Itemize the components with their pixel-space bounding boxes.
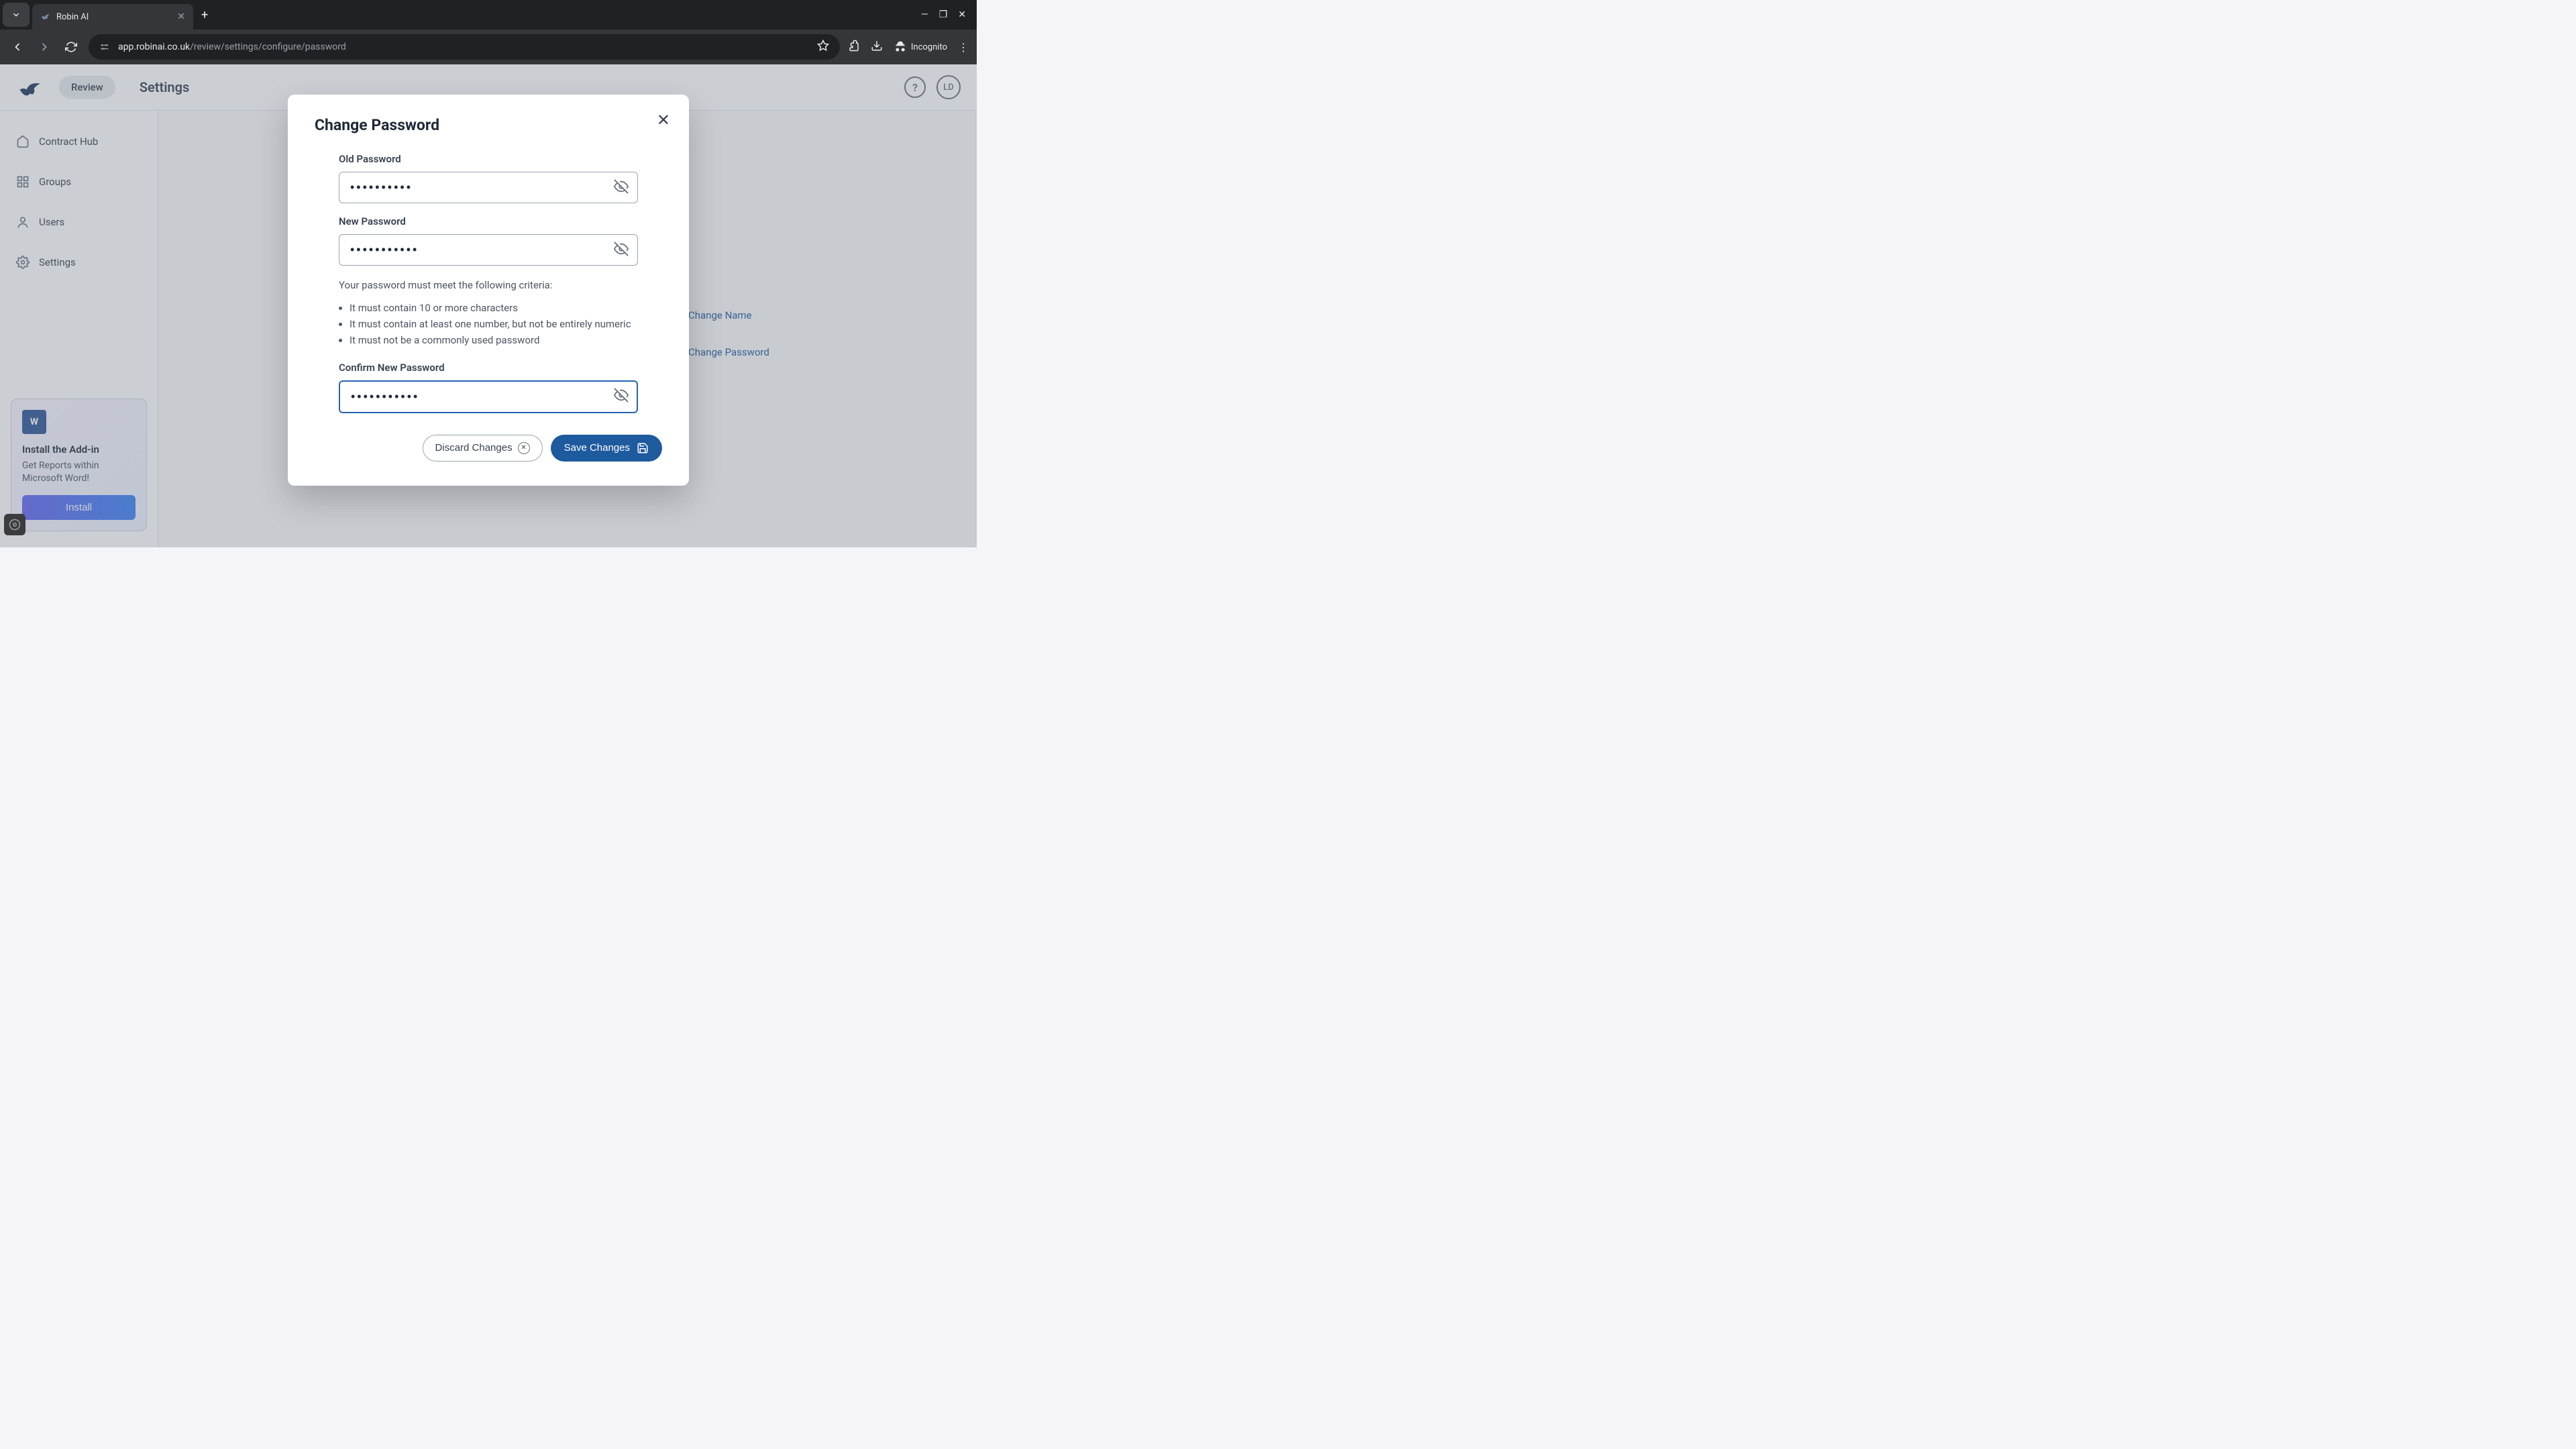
accessibility-widget[interactable] bbox=[4, 514, 25, 535]
tab-search-dropdown[interactable] bbox=[3, 3, 30, 27]
criteria-item: It must not be a commonly used password bbox=[350, 332, 638, 348]
downloads-icon[interactable] bbox=[871, 40, 883, 54]
discard-button[interactable]: Discard Changes ✕ bbox=[423, 435, 543, 462]
browser-tab[interactable]: Robin AI ✕ bbox=[32, 4, 193, 30]
tab-title: Robin AI bbox=[56, 12, 172, 22]
change-password-modal: Change Password ✕ Old Password New Passw… bbox=[288, 95, 689, 486]
confirm-password-label: Confirm New Password bbox=[339, 362, 638, 374]
forward-button[interactable] bbox=[35, 38, 54, 56]
save-icon bbox=[637, 442, 649, 454]
tab-close-icon[interactable]: ✕ bbox=[177, 11, 185, 22]
save-button[interactable]: Save Changes bbox=[551, 435, 662, 462]
new-password-input[interactable] bbox=[339, 234, 638, 266]
window-controls: — ❐ ✕ bbox=[921, 9, 977, 20]
modal-close-button[interactable]: ✕ bbox=[657, 111, 670, 130]
toggle-visibility-icon[interactable] bbox=[614, 179, 629, 197]
toggle-visibility-icon[interactable] bbox=[614, 388, 629, 405]
extensions-icon[interactable] bbox=[848, 40, 860, 54]
new-tab-button[interactable]: + bbox=[201, 8, 208, 22]
back-button[interactable] bbox=[8, 38, 27, 56]
menu-icon[interactable]: ⋮ bbox=[958, 41, 969, 54]
criteria-intro: Your password must meet the following cr… bbox=[339, 278, 638, 293]
maximize-icon[interactable]: ❐ bbox=[939, 9, 948, 20]
close-window-icon[interactable]: ✕ bbox=[958, 9, 966, 20]
bookmark-icon[interactable] bbox=[817, 40, 829, 54]
old-password-input[interactable] bbox=[339, 172, 638, 203]
criteria-list: It must contain 10 or more characters It… bbox=[350, 300, 638, 348]
confirm-password-input[interactable] bbox=[339, 380, 638, 413]
tab-favicon-icon bbox=[40, 11, 51, 22]
criteria-item: It must contain 10 or more characters bbox=[350, 300, 638, 316]
url-text: app.robinai.co.uk/review/settings/config… bbox=[118, 42, 346, 52]
criteria-item: It must contain at least one number, but… bbox=[350, 316, 638, 332]
modal-overlay: Change Password ✕ Old Password New Passw… bbox=[0, 64, 977, 547]
toggle-visibility-icon[interactable] bbox=[614, 241, 629, 259]
new-password-label: New Password bbox=[339, 215, 638, 227]
reload-button[interactable] bbox=[62, 38, 80, 56]
incognito-icon bbox=[894, 40, 907, 54]
browser-tab-bar: Robin AI ✕ + — ❐ ✕ bbox=[0, 0, 977, 30]
site-settings-icon[interactable] bbox=[99, 42, 110, 52]
minimize-icon[interactable]: — bbox=[921, 9, 928, 20]
old-password-label: Old Password bbox=[339, 153, 638, 165]
incognito-badge[interactable]: Incognito bbox=[894, 40, 947, 54]
close-icon: ✕ bbox=[518, 442, 530, 454]
address-bar: app.robinai.co.uk/review/settings/config… bbox=[0, 30, 977, 64]
url-bar[interactable]: app.robinai.co.uk/review/settings/config… bbox=[89, 34, 840, 60]
modal-title: Change Password bbox=[315, 116, 662, 134]
